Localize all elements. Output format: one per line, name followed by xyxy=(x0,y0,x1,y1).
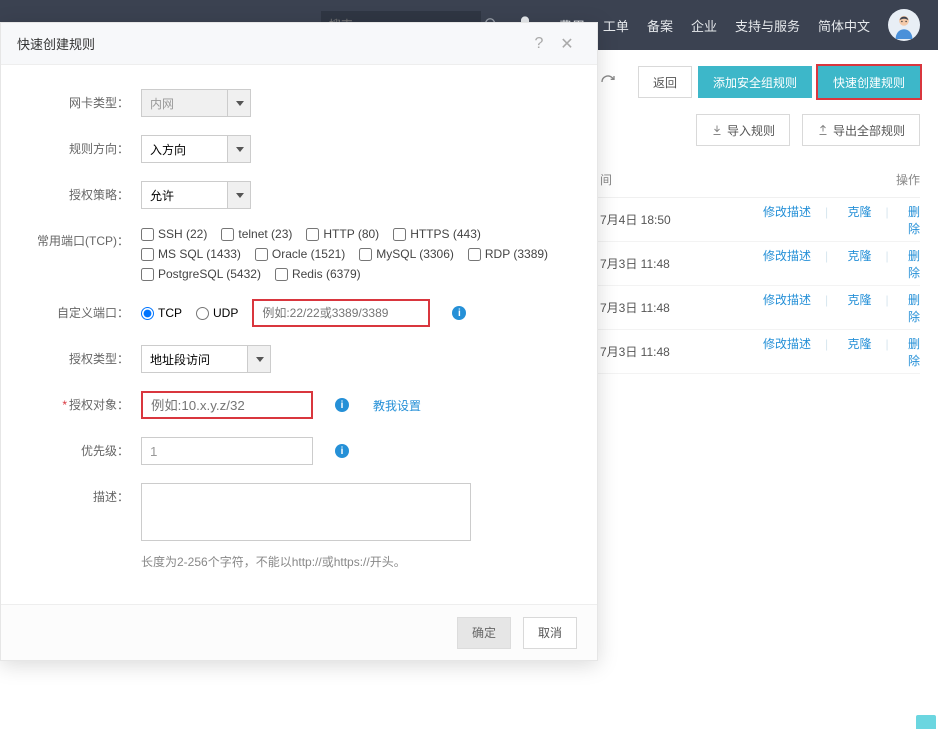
chevron-down-icon xyxy=(256,357,264,362)
export-rules-button[interactable]: 导出全部规则 xyxy=(802,114,920,146)
modal-footer: 确定 取消 xyxy=(1,604,597,660)
modal-body: 网卡类型： 内网 规则方向： 入方向 授权策略： 允许 常用端口(TCP)： S… xyxy=(1,65,597,604)
export-rules-label: 导出全部规则 xyxy=(833,122,905,139)
quick-create-button[interactable]: 快速创建规则 xyxy=(818,66,920,98)
teach-me-link[interactable]: 教我设置 xyxy=(373,397,421,414)
import-rules-button[interactable]: 导入规则 xyxy=(696,114,790,146)
auth-object-label: *授权对象： xyxy=(1,391,141,419)
delete-link[interactable]: 删除 xyxy=(908,337,920,368)
description-hint: 长度为2-256个字符，不能以http://或https://开头。 xyxy=(141,553,406,570)
policy-select[interactable]: 允许 xyxy=(141,181,251,209)
port-redis[interactable]: Redis (6379) xyxy=(275,267,361,281)
modify-desc-link[interactable]: 修改描述 xyxy=(763,249,811,263)
chevron-down-icon xyxy=(236,101,244,106)
clone-link[interactable]: 克隆 xyxy=(848,205,872,219)
clone-link[interactable]: 克隆 xyxy=(848,337,872,351)
nic-type-label: 网卡类型： xyxy=(1,89,141,117)
modify-desc-link[interactable]: 修改描述 xyxy=(763,337,811,351)
avatar[interactable] xyxy=(888,9,920,41)
policy-label: 授权策略： xyxy=(1,181,141,209)
floating-badge xyxy=(916,715,936,729)
row-time: 7月3日 11:48 xyxy=(600,255,740,272)
direction-select[interactable]: 入方向 xyxy=(141,135,251,163)
auth-type-select[interactable]: 地址段访问 xyxy=(141,345,271,373)
common-ports-label: 常用端口(TCP)： xyxy=(1,227,141,255)
refresh-icon[interactable] xyxy=(594,68,622,96)
delete-link[interactable]: 删除 xyxy=(908,249,920,280)
row-time: 7月4日 18:50 xyxy=(600,211,740,228)
modify-desc-link[interactable]: 修改描述 xyxy=(763,205,811,219)
modify-desc-link[interactable]: 修改描述 xyxy=(763,293,811,307)
custom-port-input[interactable] xyxy=(252,299,430,327)
nic-type-select[interactable]: 内网 xyxy=(141,89,251,117)
port-oracle[interactable]: Oracle (1521) xyxy=(255,247,345,261)
info-icon[interactable]: i xyxy=(452,306,466,320)
add-sg-rule-button[interactable]: 添加安全组规则 xyxy=(698,66,812,98)
proto-udp[interactable]: UDP xyxy=(196,306,238,320)
port-mssql[interactable]: MS SQL (1433) xyxy=(141,247,241,261)
modal-title: 快速创建规则 xyxy=(17,34,525,53)
row-time: 7月3日 11:48 xyxy=(600,343,740,360)
port-https[interactable]: HTTPS (443) xyxy=(393,227,481,241)
cancel-button[interactable]: 取消 xyxy=(523,617,577,649)
auth-type-label: 授权类型： xyxy=(1,345,141,373)
description-label: 描述： xyxy=(1,483,141,511)
port-mysql[interactable]: MySQL (3306) xyxy=(359,247,454,261)
nav-enterprise[interactable]: 企业 xyxy=(691,16,717,35)
quick-create-highlight: 快速创建规则 xyxy=(818,66,920,98)
auth-object-input[interactable] xyxy=(141,391,313,419)
priority-input[interactable] xyxy=(141,437,313,465)
chevron-down-icon xyxy=(236,193,244,198)
close-icon[interactable]: ✕ xyxy=(553,34,581,54)
custom-port-label: 自定义端口： xyxy=(1,299,141,327)
import-rules-label: 导入规则 xyxy=(727,122,775,139)
modal-header: 快速创建规则 ? ✕ xyxy=(1,23,597,65)
port-telnet[interactable]: telnet (23) xyxy=(221,227,292,241)
row-time: 7月3日 11:48 xyxy=(600,299,740,316)
clone-link[interactable]: 克隆 xyxy=(848,249,872,263)
nav-ticket[interactable]: 工单 xyxy=(603,16,629,35)
clone-link[interactable]: 克隆 xyxy=(848,293,872,307)
port-rdp[interactable]: RDP (3389) xyxy=(468,247,548,261)
nav-support[interactable]: 支持与服务 xyxy=(735,16,800,35)
port-ssh[interactable]: SSH (22) xyxy=(141,227,207,241)
back-button[interactable]: 返回 xyxy=(638,66,692,98)
port-http[interactable]: HTTP (80) xyxy=(306,227,379,241)
delete-link[interactable]: 删除 xyxy=(908,205,920,236)
port-postgresql[interactable]: PostgreSQL (5432) xyxy=(141,267,261,281)
confirm-button[interactable]: 确定 xyxy=(457,617,511,649)
nav-language[interactable]: 简体中文 xyxy=(818,16,870,35)
chevron-down-icon xyxy=(236,147,244,152)
description-textarea[interactable] xyxy=(141,483,471,541)
help-icon[interactable]: ? xyxy=(525,35,553,53)
delete-link[interactable]: 删除 xyxy=(908,293,920,324)
direction-label: 规则方向： xyxy=(1,135,141,163)
info-icon[interactable]: i xyxy=(335,398,349,412)
col-ops-header: 操作 xyxy=(612,171,920,188)
info-icon[interactable]: i xyxy=(335,444,349,458)
quick-create-modal: 快速创建规则 ? ✕ 网卡类型： 内网 规则方向： 入方向 授权策略： 允许 常… xyxy=(0,22,598,661)
nav-beian[interactable]: 备案 xyxy=(647,16,673,35)
proto-tcp[interactable]: TCP xyxy=(141,306,182,320)
priority-label: 优先级： xyxy=(1,437,141,465)
